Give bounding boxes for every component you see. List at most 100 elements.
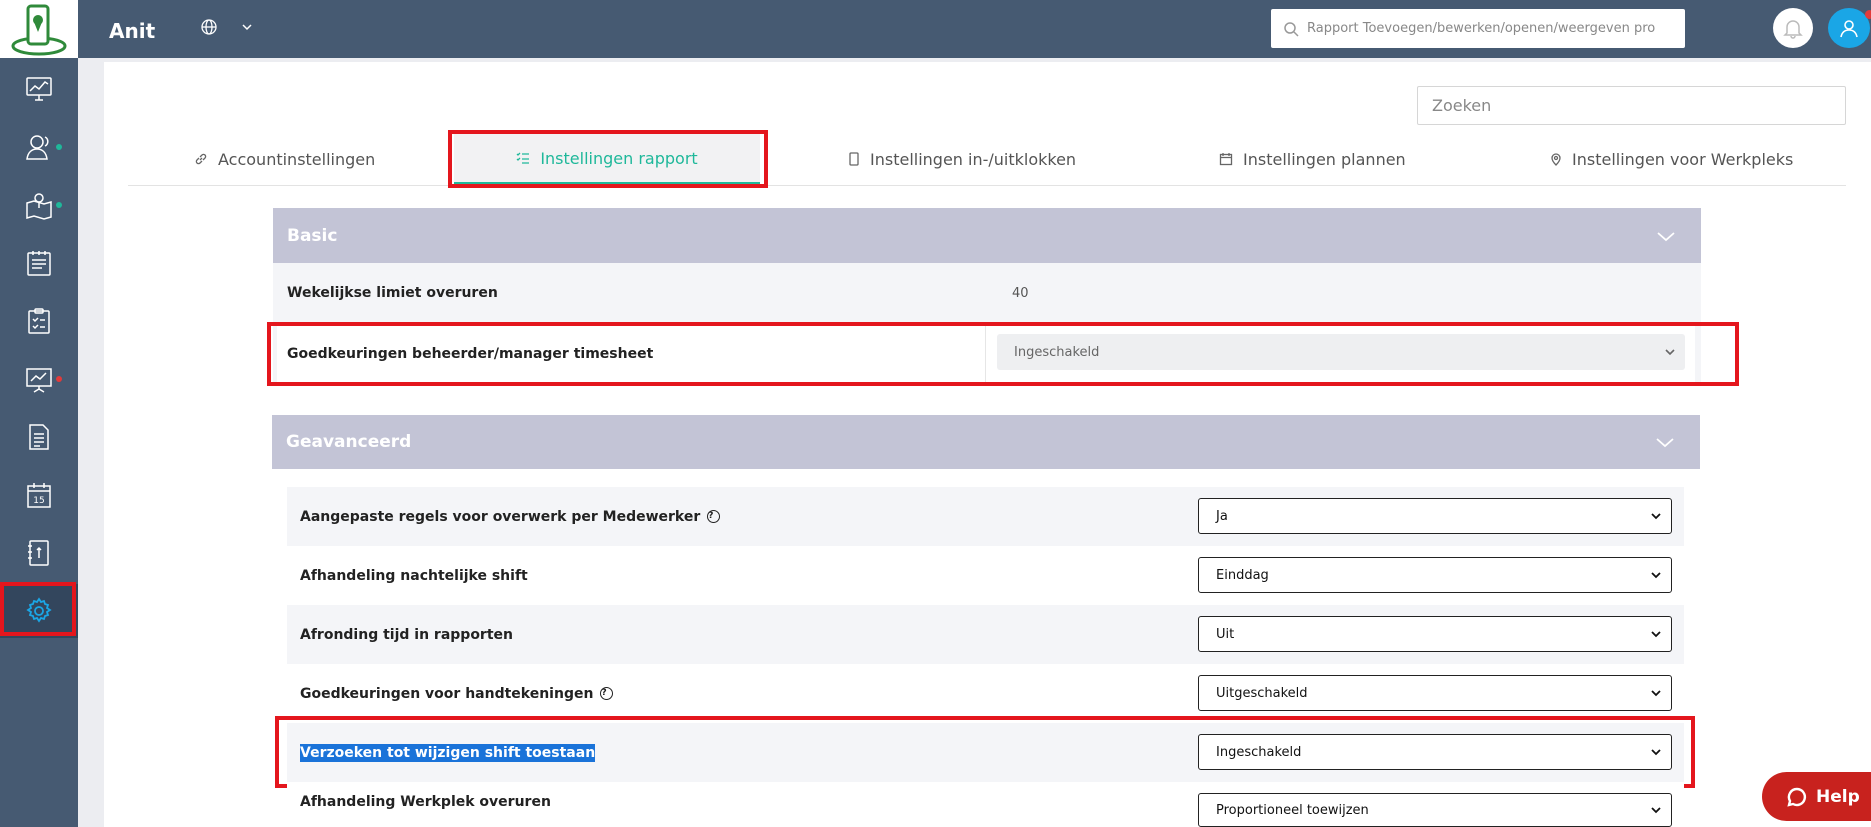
night-shift-select[interactable]: Einddag: [1198, 557, 1672, 593]
select-value: Uitgeschakeld: [1216, 685, 1308, 701]
timesheet-approval-select[interactable]: Ingeschakeld: [997, 334, 1685, 370]
setting-label: Wekelijkse limiet overuren: [287, 285, 498, 301]
global-search-input[interactable]: [1307, 21, 1667, 36]
chevron-down-icon: [1651, 749, 1661, 756]
tab-account-settings[interactable]: Accountinstellingen: [194, 134, 375, 184]
link-icon: [195, 153, 207, 165]
chevron-down-icon: [1651, 513, 1661, 520]
workplace-overtime-select[interactable]: Proportioneel toewijzen: [1198, 793, 1672, 827]
monitor-chart-icon: [26, 77, 52, 101]
sidebar-item-documents[interactable]: [0, 410, 78, 464]
chevron-down-icon: [1651, 807, 1661, 814]
sidebar-item-notebook[interactable]: [0, 526, 78, 580]
sidebar-item-employees[interactable]: [0, 120, 78, 174]
chevron-down-icon: [1651, 631, 1661, 638]
chevron-down-icon: [1651, 572, 1661, 579]
chevron-down-icon: [1651, 690, 1661, 697]
status-dot: [56, 202, 62, 208]
tab-label: Instellingen rapport: [540, 148, 698, 168]
select-value: Ingeschakeld: [1014, 344, 1100, 360]
map-pin-icon: [26, 193, 52, 220]
app-logo[interactable]: [0, 0, 78, 58]
checklist-icon: [28, 308, 50, 334]
select-value: Ingeschakeld: [1216, 744, 1302, 760]
tab-clock-settings[interactable]: Instellingen in-/uitklokken: [848, 134, 1076, 184]
setting-row: Aangepaste regels voor overwerk per Mede…: [287, 487, 1684, 546]
search-icon: [1284, 21, 1299, 37]
calendar-icon: 15: [27, 483, 51, 508]
gear-icon: [26, 597, 52, 623]
document-icon: [29, 424, 49, 450]
user-menu-button[interactable]: [1828, 8, 1870, 48]
setting-label: Goedkeuringen voor handtekeningen ?: [300, 685, 614, 702]
setting-label: Afhandeling Werkplek overuren: [300, 794, 551, 810]
calendar-small-icon: [1219, 153, 1233, 166]
sidebar: 15: [0, 0, 78, 827]
tab-label: Instellingen in-/uitklokken: [870, 149, 1077, 169]
help-circle-icon[interactable]: ?: [707, 510, 721, 523]
notifications-button[interactable]: [1773, 8, 1813, 48]
sidebar-item-analytics[interactable]: [0, 352, 78, 406]
chevron-down-icon: [1656, 438, 1674, 448]
section-title: Geavanceerd: [286, 432, 412, 452]
tab-workplace-settings[interactable]: Instellingen voor Werkpleks: [1550, 134, 1793, 184]
tab-planning-settings[interactable]: Instellingen plannen: [1219, 134, 1406, 184]
section-basic-header[interactable]: Basic: [273, 208, 1701, 263]
user-icon: [1840, 20, 1858, 38]
notebook-icon: [28, 540, 49, 566]
mobile-icon: [849, 152, 859, 166]
setting-row: Afhandeling nachtelijke shift Einddag: [287, 546, 1684, 605]
setting-label: Goedkeuringen beheerder/manager timeshee…: [287, 346, 654, 362]
select-value: Einddag: [1216, 567, 1269, 583]
list-check-icon: [516, 152, 530, 164]
sidebar-item-calendar[interactable]: 15: [0, 468, 78, 522]
setting-row: Goedkeuringen beheerder/manager timeshee…: [277, 326, 1695, 382]
shift-change-requests-select[interactable]: Ingeschakeld: [1198, 734, 1672, 770]
section-title: Basic: [287, 225, 338, 246]
setting-row: Goedkeuringen voor handtekeningen ? Uitg…: [287, 664, 1684, 723]
sidebar-item-reports[interactable]: [0, 236, 78, 290]
users-icon: [26, 135, 49, 160]
help-button[interactable]: Help: [1762, 772, 1871, 821]
bell-icon: [1783, 20, 1803, 39]
setting-label-text: Aangepaste regels voor overwerk per Mede…: [300, 508, 701, 525]
tab-label: Instellingen voor Werkpleks: [1572, 149, 1794, 169]
setting-label-text: Goedkeuringen voor handtekeningen: [300, 685, 594, 702]
location-pin-icon: [1551, 153, 1561, 166]
select-value: Proportioneel toewijzen: [1216, 802, 1369, 818]
globe-icon[interactable]: [200, 18, 218, 36]
setting-label: Afhandeling nachtelijke shift: [300, 567, 528, 584]
svg-text:15: 15: [33, 496, 44, 506]
app-title: Anit: [109, 19, 156, 43]
notification-dot: [1865, 10, 1871, 19]
setting-label-text: Verzoeken tot wijzigen shift toestaan: [300, 743, 596, 762]
select-value: Uit: [1216, 626, 1235, 642]
status-dot: [56, 144, 62, 150]
chevron-down-icon[interactable]: [241, 21, 253, 33]
chevron-down-icon: [1665, 349, 1675, 356]
chat-bubble-icon: [1787, 787, 1807, 807]
help-circle-icon[interactable]: ?: [600, 687, 614, 700]
help-label: Help: [1816, 786, 1860, 807]
status-dot: [56, 376, 62, 382]
tab-label: Instellingen plannen: [1243, 149, 1406, 169]
chevron-down-icon: [1657, 231, 1675, 241]
sidebar-item-settings[interactable]: [0, 584, 78, 638]
sidebar-item-dashboard[interactable]: [0, 62, 78, 116]
overtime-rules-select[interactable]: Ja: [1198, 498, 1672, 534]
tab-report-settings[interactable]: Instellingen rapport: [454, 134, 760, 184]
sidebar-item-locations[interactable]: [0, 178, 78, 232]
time-rounding-select[interactable]: Uit: [1198, 616, 1672, 652]
signature-approval-select[interactable]: Uitgeschakeld: [1198, 675, 1672, 711]
setting-label: Afronding tijd in rapporten: [300, 626, 513, 643]
settings-tabs: Accountinstellingen Instellingen rapport…: [128, 134, 1846, 186]
setting-row: Afhandeling Werkplek overuren Proportion…: [287, 782, 1684, 827]
tab-label: Accountinstellingen: [218, 149, 376, 169]
setting-value: 40: [1012, 285, 1029, 301]
section-advanced-header[interactable]: Geavanceerd: [272, 415, 1700, 469]
page-search-input[interactable]: [1417, 86, 1846, 125]
global-search[interactable]: [1271, 9, 1685, 48]
select-value: Ja: [1216, 508, 1228, 524]
setting-row: Verzoeken tot wijzigen shift toestaan In…: [287, 723, 1684, 782]
sidebar-item-tasks[interactable]: [0, 294, 78, 348]
